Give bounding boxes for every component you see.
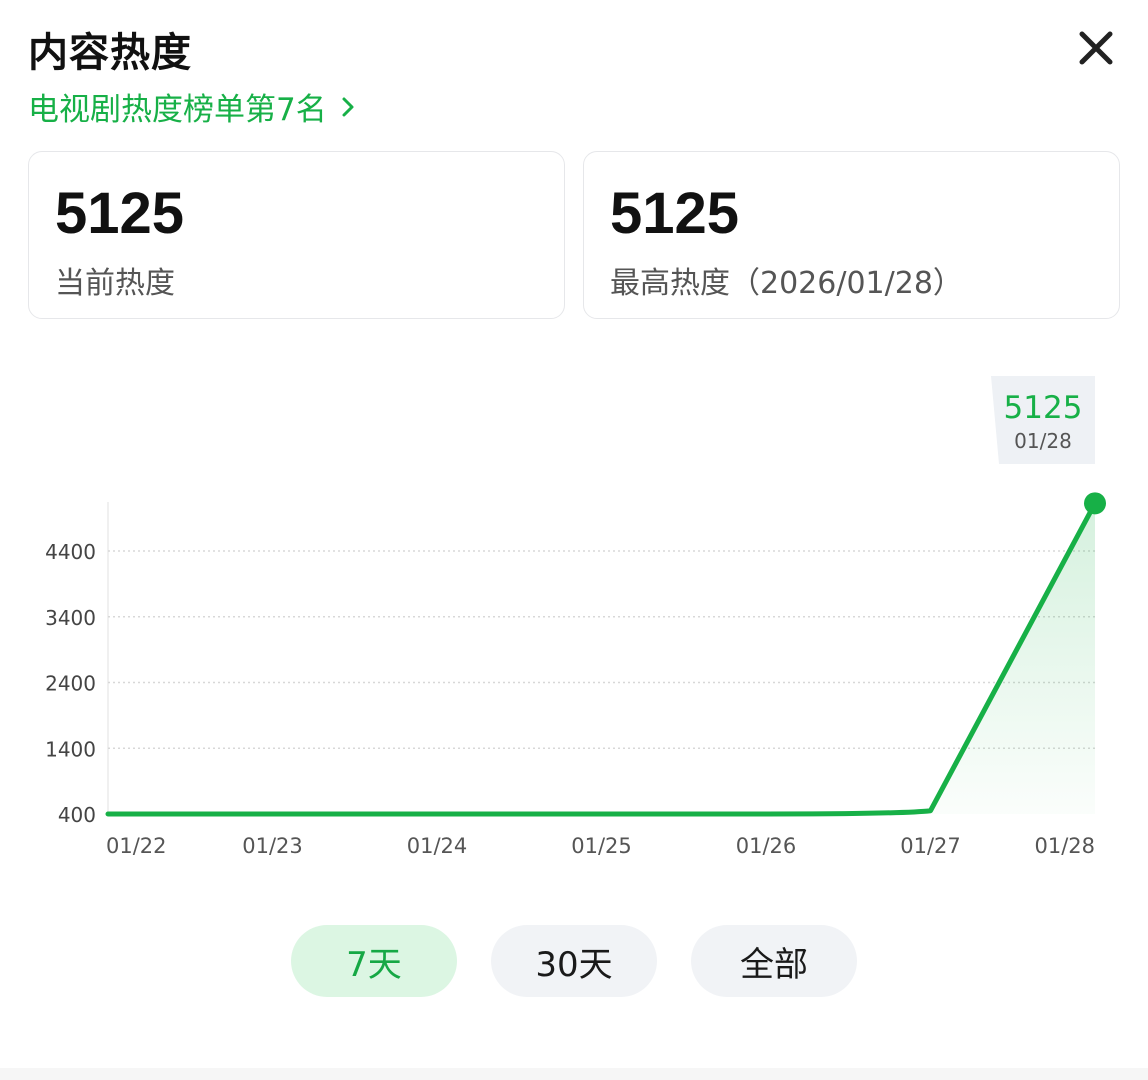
data-point-latest <box>1084 492 1106 515</box>
rank-link-label: 电视剧热度榜单第7名 <box>28 92 327 128</box>
current-heat-value: 5125 <box>55 181 185 246</box>
x-tick-label: 01/25 <box>571 834 632 858</box>
x-tick-label: 01/24 <box>407 834 468 858</box>
y-tick-label: 400 <box>58 803 96 827</box>
close-icon[interactable] <box>1072 24 1120 72</box>
x-tick-label: 01/28 <box>1034 834 1095 858</box>
bottom-bar <box>0 1068 1148 1080</box>
chevron-right-icon <box>342 97 354 116</box>
heat-trend-chart[interactable]: 400 1400 2400 3400 4400 01/22 01/23 01/24 01/25… <box>0 360 1148 880</box>
rank-link[interactable]: 电视剧热度榜单第7名 <box>28 84 359 129</box>
tab-7-days[interactable]: 7天 <box>291 925 457 997</box>
current-heat-label: 当前热度 <box>55 266 175 301</box>
y-tick-label: 3400 <box>45 606 96 630</box>
peak-heat-value: 5125 <box>610 181 740 246</box>
y-tick-label: 2400 <box>45 672 96 696</box>
y-tick-label: 1400 <box>45 737 96 761</box>
page-title: 内容热度 <box>28 30 192 76</box>
x-tick-label: 01/22 <box>106 834 167 858</box>
y-tick-label: 4400 <box>45 540 96 564</box>
tooltip-date: 01/28 <box>1014 429 1072 453</box>
tab-all[interactable]: 全部 <box>691 925 857 997</box>
x-tick-label: 01/27 <box>900 834 961 858</box>
current-heat-card: 5125 当前热度 <box>28 151 565 319</box>
tooltip-value: 5125 <box>1004 390 1083 426</box>
peak-heat-card: 5125 最高热度（2026/01/28） <box>583 151 1120 319</box>
peak-heat-label: 最高热度（2026/01/28） <box>610 266 963 301</box>
x-tick-label: 01/26 <box>736 834 797 858</box>
series-line <box>105 500 1098 817</box>
x-tick-label: 01/23 <box>242 834 303 858</box>
tab-30-days[interactable]: 30天 <box>491 925 657 997</box>
